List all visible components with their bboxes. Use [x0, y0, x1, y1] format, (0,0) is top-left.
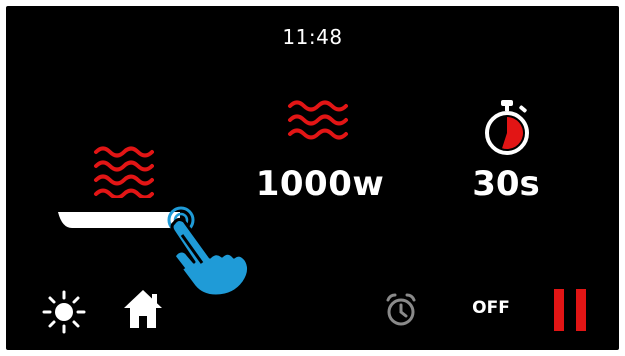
power-value[interactable]: 1000w: [238, 164, 402, 204]
clock-time: 11:48: [282, 25, 343, 49]
timer-value[interactable]: 30s: [458, 164, 554, 204]
off-button[interactable]: OFF: [466, 298, 516, 318]
sun-icon[interactable]: [42, 290, 86, 334]
heat-waves-icon: [94, 146, 154, 198]
alarm-clock-icon[interactable]: [384, 292, 418, 328]
touch-hand-icon: [168, 217, 248, 295]
pause-bar-left: [554, 289, 564, 331]
screen: 11:48 1000w 30s OFF: [0, 0, 625, 356]
pause-bar-right: [576, 289, 586, 331]
stopwatch-icon: [485, 100, 529, 155]
pause-icon[interactable]: [554, 289, 588, 331]
power-heat-icon: [288, 100, 348, 140]
control-panel: 11:48 1000w 30s OFF: [6, 6, 619, 350]
home-icon[interactable]: [120, 286, 166, 332]
